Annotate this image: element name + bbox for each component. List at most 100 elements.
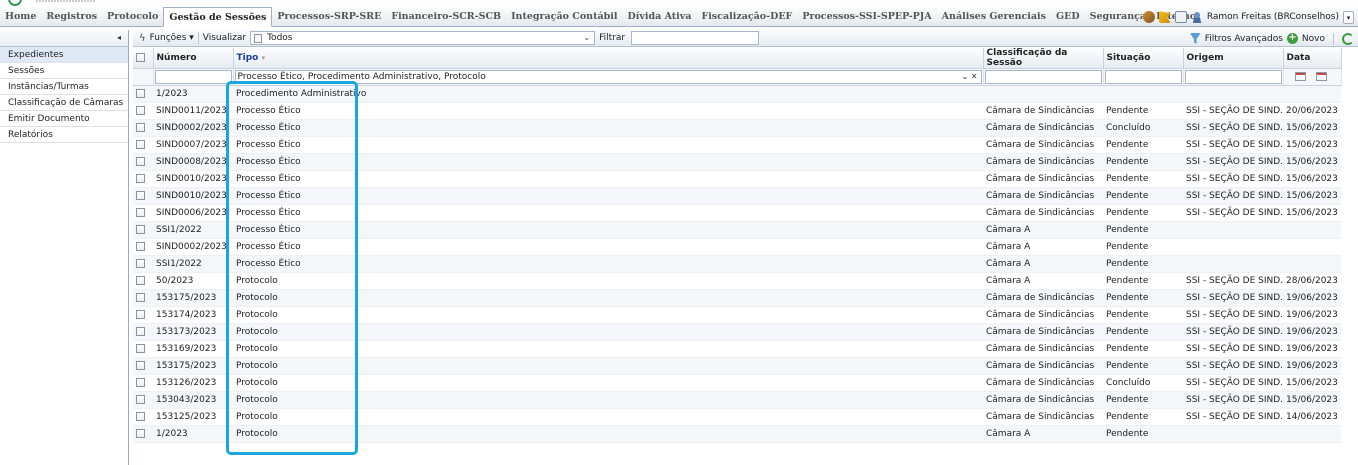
menu-tab-1[interactable]: Registros: [41, 7, 102, 26]
table-row[interactable]: SIND0006/2023 Processo Ético Câmara de Sin…: [133, 204, 1341, 222]
sidebar-item-4[interactable]: Emitir Documento: [0, 111, 128, 127]
row-checkbox[interactable]: [136, 259, 145, 268]
menu-tab-10[interactable]: Análises Gerenciais: [937, 7, 1051, 26]
menu-tab-11[interactable]: GED: [1051, 7, 1085, 26]
refresh-icon[interactable]: [1342, 32, 1354, 45]
classificacao-filter-input[interactable]: [984, 70, 1102, 84]
origem-filter-input[interactable]: [1184, 70, 1282, 84]
table-row[interactable]: SIND0007/2023 Processo Ético Câmara de Sin…: [133, 136, 1341, 154]
new-button[interactable]: Novo: [1302, 34, 1325, 44]
row-checkbox[interactable]: [136, 327, 145, 336]
table-row[interactable]: 1/2023 Procedimento Administrativo: [133, 85, 1341, 103]
column-header-classificacao[interactable]: Classificação da Sessão: [983, 48, 1104, 69]
row-checkbox[interactable]: [136, 89, 145, 98]
row-checkbox[interactable]: [136, 191, 145, 200]
sidebar-item-3[interactable]: Classificação de Câmaras: [0, 95, 128, 111]
table-row[interactable]: 153175/2023 Protocolo Câmara de Sindicânci…: [133, 357, 1341, 375]
column-header-data[interactable]: Data: [1283, 48, 1342, 69]
calendar-icon[interactable]: [1294, 72, 1306, 81]
data-cell: 20/06/2023: [1283, 102, 1341, 120]
view-select[interactable]: Todos ⌄: [250, 31, 596, 45]
column-header-situacao[interactable]: Situação: [1103, 48, 1184, 69]
collapse-sidebar-icon[interactable]: ◂: [117, 33, 121, 42]
row-checkbox[interactable]: [136, 412, 145, 421]
row-checkbox[interactable]: [136, 344, 145, 353]
row-checkbox[interactable]: [136, 378, 145, 387]
table-row[interactable]: SIND0002/2023 Processo Ético Câmara de Sin…: [133, 119, 1341, 137]
tipo-filter-input[interactable]: Processo Ético, Procedimento Administrat…: [234, 70, 982, 84]
table-row[interactable]: 153169/2023 Protocolo Câmara de Sindicânci…: [133, 340, 1341, 358]
row-checkbox[interactable]: [136, 242, 145, 251]
row-checkbox[interactable]: [136, 123, 145, 132]
menu-tab-8[interactable]: Fiscalização-DEF: [696, 7, 797, 26]
row-checkbox[interactable]: [136, 293, 145, 302]
filter-input[interactable]: [631, 31, 760, 45]
menu-tab-5[interactable]: Financeiro-SCR-SCB: [386, 7, 506, 26]
tipo-filter-controls[interactable]: ⌄ ✕: [962, 71, 978, 83]
table-row[interactable]: 153175/2023 Protocolo Câmara de Sindicânci…: [133, 289, 1341, 307]
row-checkbox[interactable]: [136, 106, 145, 115]
table-row[interactable]: SIND0011/2023 Processo Ético Câmara de Sin…: [133, 102, 1341, 120]
classificacao-cell: Câmara de Sindicâncias: [983, 136, 1103, 154]
table-row[interactable]: 1/2023 Protocolo Câmara A Pendente: [133, 425, 1341, 443]
table-row[interactable]: SIND0008/2023 Processo Ético Câmara de Sin…: [133, 153, 1341, 171]
select-all-header[interactable]: [133, 48, 154, 69]
calendar-icon[interactable]: [1315, 72, 1327, 81]
tools-icon[interactable]: [1142, 11, 1155, 23]
row-checkbox[interactable]: [136, 157, 145, 166]
column-header-tipo[interactable]: Tipo ▾: [233, 48, 984, 69]
user-menu-caret-icon[interactable]: ▾: [1343, 10, 1354, 24]
classificacao-cell: Câmara de Sindicâncias: [983, 408, 1103, 426]
row-checkbox[interactable]: [136, 225, 145, 234]
column-header-origem[interactable]: Origem: [1183, 48, 1284, 69]
tipo-cell: Protocolo: [233, 323, 983, 341]
column-header-numero[interactable]: Número: [153, 48, 234, 69]
row-checkbox[interactable]: [136, 208, 145, 217]
plus-icon[interactable]: +: [1286, 33, 1298, 44]
table-row[interactable]: 153173/2023 Protocolo Câmara de Sindicânci…: [133, 323, 1341, 341]
row-checkbox[interactable]: [136, 310, 145, 319]
data-cell: [1283, 85, 1341, 103]
row-checkbox[interactable]: [136, 276, 145, 285]
table-row[interactable]: 153174/2023 Protocolo Câmara de Sindicânci…: [133, 306, 1341, 324]
table-row[interactable]: SIND0010/2023 Processo Ético Câmara de Sin…: [133, 170, 1341, 188]
data-cell: 15/06/2023: [1283, 136, 1341, 154]
classificacao-cell: [983, 85, 1103, 103]
table-row[interactable]: 153125/2023 Protocolo Câmara de Sindicânci…: [133, 408, 1341, 426]
row-checkbox[interactable]: [136, 395, 145, 404]
table-row[interactable]: 153043/2023 Protocolo Câmara de Sindicânci…: [133, 391, 1341, 409]
table-row[interactable]: 50/2023 Protocolo Câmara A Pendente SSI - SE…: [133, 272, 1341, 290]
menu-tab-12[interactable]: Segurança: [1085, 7, 1151, 26]
funnel-icon[interactable]: [1189, 33, 1201, 44]
advanced-filters-button[interactable]: Filtros Avançados: [1205, 34, 1283, 44]
home-icon[interactable]: [1174, 11, 1187, 23]
menu-tab-7[interactable]: Dívida Ativa: [622, 7, 696, 26]
row-checkbox[interactable]: [136, 429, 145, 438]
menu-tab-2[interactable]: Protocolo: [102, 7, 163, 26]
user-name[interactable]: Ramon Freitas (BRConselhos): [1207, 12, 1339, 22]
row-checkbox[interactable]: [136, 140, 145, 149]
flag-icon[interactable]: [1158, 11, 1171, 23]
row-checkbox[interactable]: [136, 361, 145, 370]
functions-button[interactable]: Funções ▾: [150, 33, 194, 43]
table-row[interactable]: 153126/2023 Protocolo Câmara de Sindicânci…: [133, 374, 1341, 392]
table-row[interactable]: SIND0002/2023 Processo Ético Câmara A Pende…: [133, 238, 1341, 256]
table-row[interactable]: SIND0010/2023 Processo Ético Câmara de Sin…: [133, 187, 1341, 205]
numero-filter-input[interactable]: [154, 70, 232, 84]
menu-tab-4[interactable]: Processos-SRP-SRE: [272, 7, 386, 26]
menu-tab-9[interactable]: Processos-SSI-SPEP-PJA: [797, 7, 936, 26]
menu-tab-6[interactable]: Integração Contábil: [506, 7, 622, 26]
sidebar-item-1[interactable]: Sessões: [0, 63, 128, 79]
sidebar-item-5[interactable]: Relatórios: [0, 127, 128, 143]
table-row[interactable]: SSI1/2022 Processo Ético Câmara A Pendente: [133, 255, 1341, 273]
sidebar-item-2[interactable]: Instâncias/Turmas: [0, 79, 128, 95]
menu-tab-3[interactable]: Gestão de Sessões: [163, 7, 273, 27]
menu-tab-0[interactable]: Home: [0, 7, 41, 26]
situacao-filter-input[interactable]: [1104, 70, 1182, 84]
origem-cell: SSI - SEÇÃO DE SIND...: [1183, 102, 1283, 120]
classificacao-cell: Câmara A: [983, 221, 1103, 239]
sidebar-item-0[interactable]: Expedientes: [0, 47, 128, 63]
select-all-checkbox[interactable]: [136, 53, 145, 62]
table-row[interactable]: SSI1/2022 Processo Ético Câmara A Pendente: [133, 221, 1341, 239]
row-checkbox[interactable]: [136, 174, 145, 183]
